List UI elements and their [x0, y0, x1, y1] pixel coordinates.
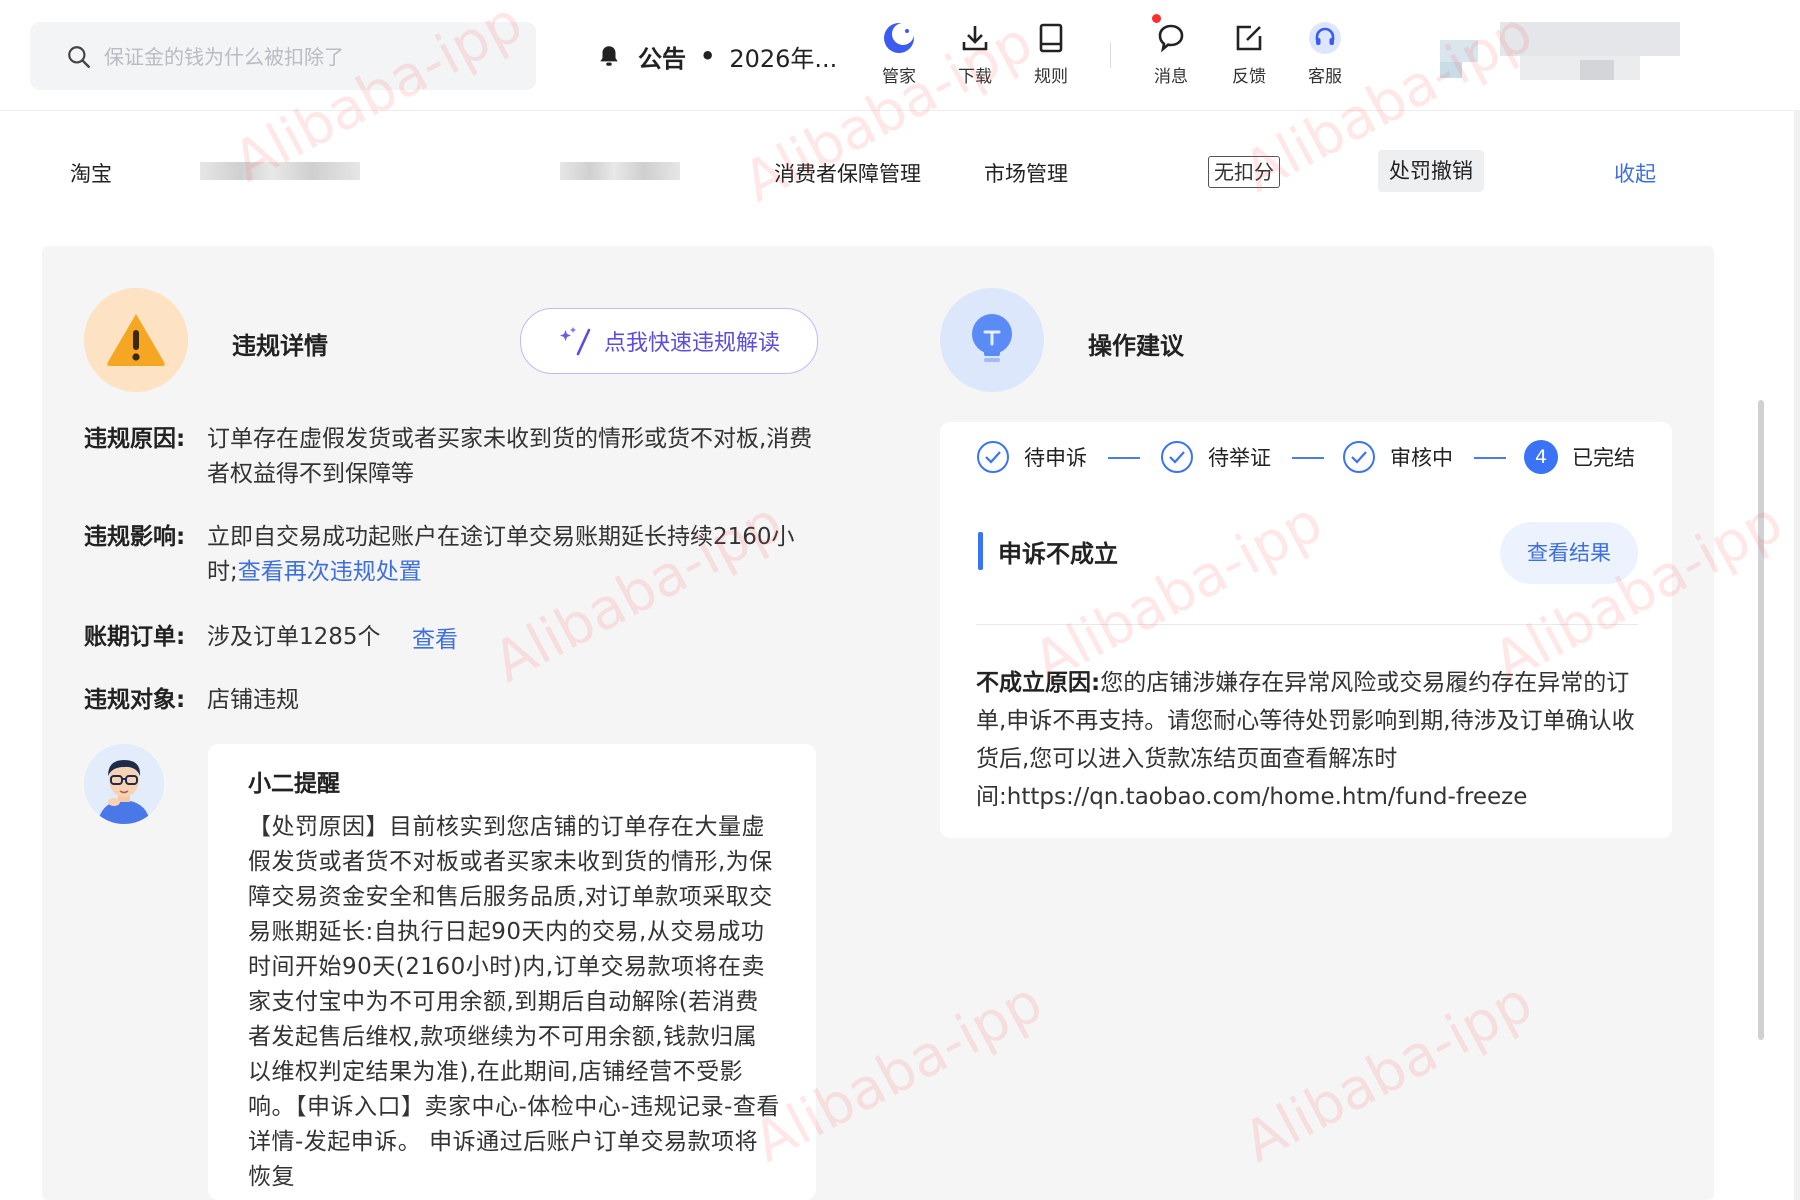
magic-wand-icon [559, 327, 591, 356]
tool-feedback[interactable]: 反馈 [1214, 20, 1284, 87]
notice-label: 公告 [638, 44, 686, 73]
book-icon [1039, 23, 1063, 53]
nav-blurred-1[interactable] [200, 162, 360, 180]
repeat-violation-link[interactable]: 查看再次违规处置 [238, 559, 422, 585]
warning-badge [84, 288, 188, 392]
assistant-avatar-icon [84, 744, 164, 824]
notice-bar[interactable]: 公告 • 2026年... [596, 38, 837, 74]
step-label: 审核中 [1390, 446, 1453, 470]
toolbar-divider [1110, 42, 1111, 68]
tool-customer-service[interactable]: 客服 [1290, 20, 1360, 87]
target-label: 违规对象: [84, 687, 186, 713]
tool-label: 客服 [1308, 67, 1342, 87]
search-box[interactable] [30, 22, 536, 92]
tip-title: 小二提醒 [248, 771, 340, 797]
tool-download[interactable]: 下载 [940, 20, 1010, 87]
check-circle-icon [977, 441, 1009, 473]
card-divider [976, 624, 1638, 625]
view-result-button[interactable]: 查看结果 [1500, 522, 1638, 584]
nav-taobao[interactable]: 淘宝 [70, 158, 112, 188]
rejection-reason-label: 不成立原因: [976, 670, 1101, 696]
violation-impact-row: 违规影响: 立即自交易成功起账户在途订单交易账期延长持续2160小时;查看再次违… [84, 520, 824, 592]
ai-explain-button[interactable]: 点我快速违规解读 [520, 308, 818, 374]
step-pending-evidence: 待举证 [1160, 440, 1271, 474]
tool-label: 管家 [882, 67, 916, 87]
notice-separator: • [700, 42, 716, 70]
tool-messages[interactable]: 消息 [1136, 20, 1206, 87]
collapse-link[interactable]: 收起 [1614, 158, 1656, 188]
advice-title: 操作建议 [1088, 332, 1184, 360]
target-row: 违规对象: 店铺违规 [84, 683, 824, 719]
step-label: 已完结 [1572, 446, 1635, 470]
moon-icon [884, 23, 914, 53]
check-circle-icon [1343, 441, 1375, 473]
tool-manager[interactable]: 管家 [864, 20, 934, 87]
orders-value: 涉及订单1285个 [207, 624, 381, 650]
tool-label: 反馈 [1232, 67, 1266, 87]
step-connector [1474, 457, 1506, 459]
violation-reason-row: 违规原因: 订单存在虚假发货或者买家未收到货的情形或货不对板,消费者权益得不到保… [84, 422, 824, 494]
step-label: 待申诉 [1024, 446, 1087, 470]
step-connector [1292, 457, 1324, 459]
nav-market-management[interactable]: 市场管理 [984, 158, 1068, 188]
tool-label: 消息 [1154, 67, 1188, 87]
ai-explain-label: 点我快速违规解读 [603, 331, 780, 356]
advice-card: 待申诉 待举证 审核中 4 已完结 申诉不成立 查看结果 不成立原因:您的店铺涉… [940, 422, 1672, 838]
advice-badge [940, 288, 1044, 392]
check-circle-icon [1161, 441, 1193, 473]
assistant-tip-card: 小二提醒 【处罚原因】目前核实到您店铺的订单存在大量虚假发货或者货不对板或者买家… [208, 744, 816, 1200]
top-bar: 公告 • 2026年... 管家 下载 规则 消息 [0, 0, 1800, 111]
search-icon [68, 46, 90, 68]
page-edge [1794, 110, 1800, 1200]
tool-rules[interactable]: 规则 [1016, 20, 1086, 87]
penalty-revoke-tag[interactable]: 处罚撤销 [1378, 150, 1484, 192]
step-pending-appeal: 待申诉 [976, 440, 1087, 474]
download-icon [962, 26, 988, 51]
search-input[interactable] [102, 22, 526, 92]
status-accent-bar [978, 532, 983, 570]
tip-body: 【处罚原因】目前核实到您店铺的订单存在大量虚假发货或者货不对板或者买家未收到货的… [248, 814, 780, 1190]
lightbulb-icon [972, 314, 1012, 362]
scrollbar[interactable] [1758, 400, 1764, 1040]
rejection-reason: 不成立原因:您的店铺涉嫌存在异常风险或交易履约存在异常的订单,申诉不再支持。请您… [976, 664, 1646, 816]
nav-consumer-protection[interactable]: 消费者保障管理 [774, 158, 921, 188]
step-under-review: 审核中 [1342, 440, 1453, 474]
warning-icon [107, 314, 165, 366]
no-deduction-tag: 无扣分 [1208, 156, 1280, 188]
notice-text[interactable]: 2026年... [729, 39, 837, 74]
violation-reason-label: 违规原因: [84, 426, 186, 452]
tool-label: 规则 [1034, 67, 1068, 87]
step-completed: 4 已完结 [1524, 440, 1635, 474]
assistant-avatar [84, 744, 164, 824]
orders-label: 账期订单: [84, 624, 186, 650]
step-connector [1108, 457, 1140, 459]
violation-impact-label: 违规影响: [84, 524, 186, 550]
step-number: 4 [1524, 440, 1558, 474]
violation-details-title: 违规详情 [232, 332, 328, 360]
violation-impact-value-wrap: 立即自交易成功起账户在途订单交易账期延长持续2160小时;查看再次违规处置 [207, 520, 819, 590]
step-label: 待举证 [1208, 446, 1271, 470]
nav-blurred-2[interactable] [560, 162, 680, 180]
target-value: 店铺违规 [207, 687, 299, 713]
bell-icon [600, 46, 618, 66]
edit-icon [1236, 25, 1262, 51]
message-icon [1158, 24, 1184, 53]
headset-icon [1309, 22, 1341, 54]
appeal-status: 申诉不成立 [998, 540, 1118, 568]
tool-label: 下载 [958, 67, 992, 87]
view-orders-link[interactable]: 查看 [412, 620, 458, 654]
violation-reason-value: 订单存在虚假发货或者买家未收到货的情形或货不对板,消费者权益得不到保障等 [207, 426, 813, 487]
